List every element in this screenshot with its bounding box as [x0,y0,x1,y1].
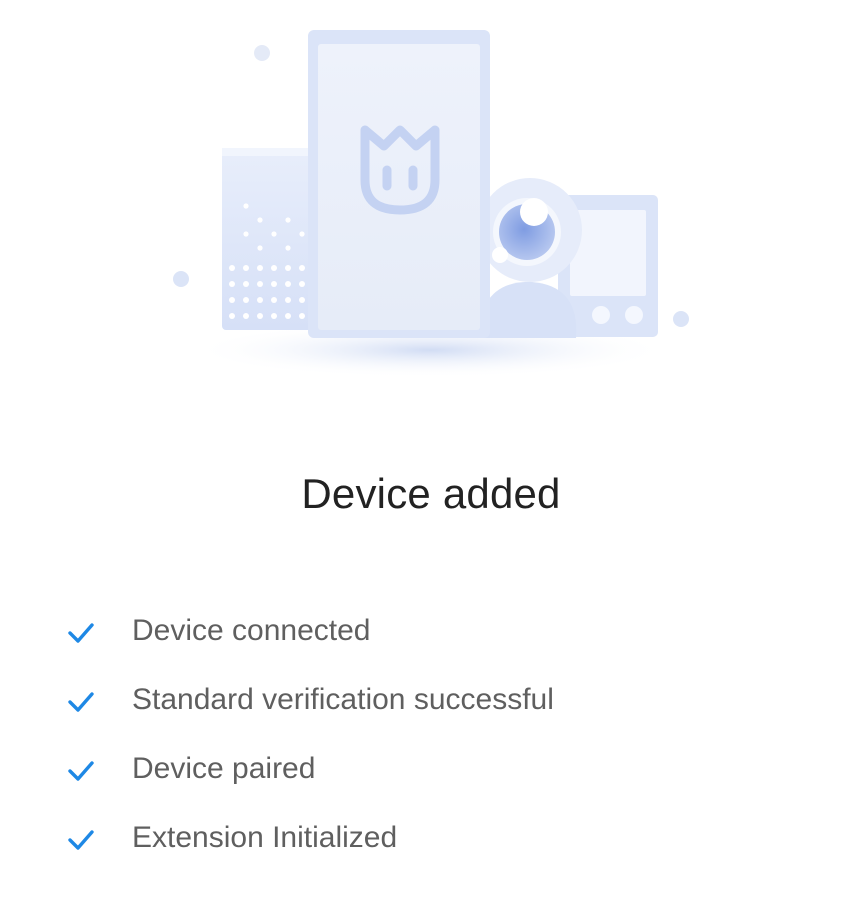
check-icon [68,830,94,850]
page-title: Device added [301,470,561,517]
check-icon [68,623,94,643]
step-device-connected: Device connected [0,600,862,669]
floating-dot [673,311,689,327]
check-icon [68,692,94,712]
step-label: Device connected [132,614,371,647]
devices-illustration [160,20,700,390]
check-icon [68,761,94,781]
step-extension-initialized: Extension Initialized [0,807,862,876]
floating-dot [173,271,189,287]
phone-device [308,30,490,338]
floating-dot [254,45,270,61]
step-label: Device paired [132,752,316,785]
camera-device [478,178,582,338]
step-standard-verification: Standard verification successful [0,669,862,738]
step-device-paired: Device paired [0,738,862,807]
setup-steps-list: Device connected Standard verification s… [0,600,862,876]
step-label: Standard verification successful [132,683,554,716]
step-label: Extension Initialized [132,821,398,854]
